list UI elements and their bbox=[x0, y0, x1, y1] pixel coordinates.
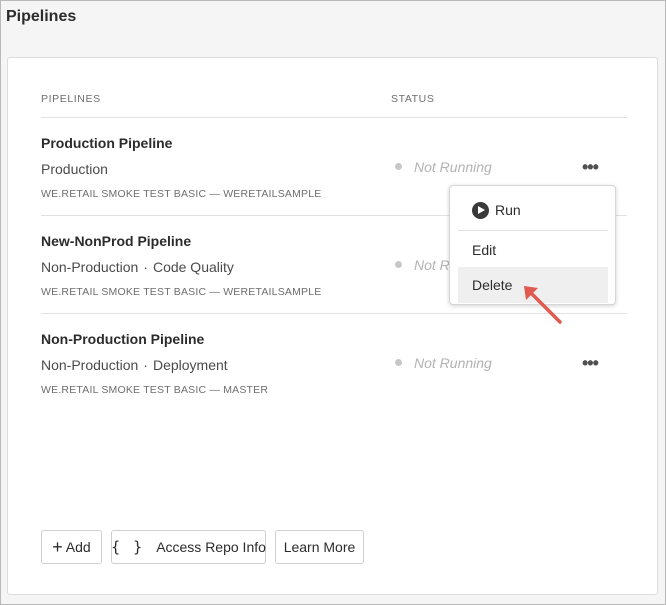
plus-icon: + bbox=[52, 536, 63, 557]
pipeline-name[interactable]: Production Pipeline bbox=[41, 135, 172, 151]
status-indicator: Not Running bbox=[395, 355, 492, 371]
learn-more-button[interactable]: Learn More bbox=[275, 530, 364, 564]
more-actions-button[interactable]: ••• bbox=[582, 157, 599, 178]
column-header-status: STATUS bbox=[391, 93, 435, 105]
more-actions-button[interactable]: ••• bbox=[582, 353, 599, 374]
add-button[interactable]: + Add bbox=[41, 530, 102, 564]
menu-item-edit[interactable]: Edit bbox=[458, 232, 608, 268]
page-title: Pipelines bbox=[6, 8, 77, 25]
pipeline-name[interactable]: Non-Production Pipeline bbox=[41, 331, 204, 347]
menu-item-run[interactable]: Run bbox=[458, 192, 608, 228]
pipeline-type: Non-Production · Code Quality bbox=[41, 259, 234, 275]
pipeline-repo: WE.RETAIL SMOKE TEST BASIC — MASTER bbox=[41, 384, 269, 396]
pipeline-name[interactable]: New-NonProd Pipeline bbox=[41, 233, 191, 249]
status-dot-icon bbox=[395, 162, 402, 170]
play-circle-icon bbox=[472, 201, 489, 219]
pipeline-repo: WE.RETAIL SMOKE TEST BASIC — WERETAILSAM… bbox=[41, 188, 322, 200]
access-repo-info-button[interactable]: { } Access Repo Info bbox=[111, 530, 266, 564]
status-dot-icon bbox=[395, 358, 402, 366]
column-header-pipelines: PIPELINES bbox=[41, 93, 101, 105]
pipeline-type: Production bbox=[41, 161, 108, 177]
annotation-arrow-icon bbox=[524, 286, 562, 324]
pipeline-type: Non-Production · Deployment bbox=[41, 357, 228, 373]
pipeline-repo: WE.RETAIL SMOKE TEST BASIC — WERETAILSAM… bbox=[41, 286, 322, 298]
status-indicator: Not Running bbox=[395, 159, 492, 175]
status-dot-icon bbox=[395, 260, 402, 268]
braces-icon: { } bbox=[111, 538, 145, 556]
menu-divider bbox=[458, 230, 608, 231]
